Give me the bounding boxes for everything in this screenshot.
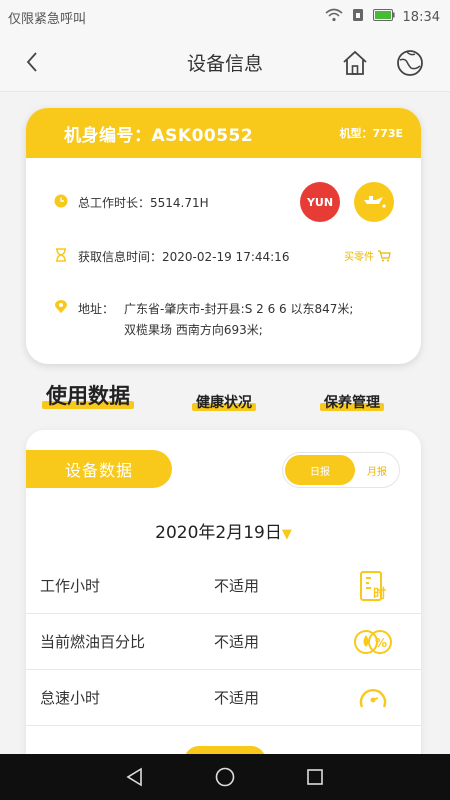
location-pin-icon (55, 300, 67, 313)
machine-model: 机型：773E (339, 127, 403, 140)
metric-row-work-hours: 工作小时 不适用 时 (26, 558, 421, 614)
metric-name: 当前燃油百分比 (40, 633, 146, 651)
system-nav-bar (0, 754, 450, 800)
device-data-pill: 设备数据 (26, 450, 172, 488)
home-icon[interactable] (337, 45, 373, 81)
section-tabs: 使用数据 健康状况 保养管理 (0, 372, 450, 422)
monthly-report-toggle[interactable]: 月报 (355, 455, 399, 485)
status-bar: 仅限紧急呼叫 18:34 (0, 0, 450, 34)
buy-parts-link[interactable]: 买零件 (344, 248, 391, 263)
metric-value: 不适用 (214, 577, 260, 595)
svg-text:时: 时 (373, 586, 386, 602)
svg-text:%: % (375, 636, 387, 650)
metric-row-idle: 怠速小时 不适用 (26, 670, 421, 726)
yun-badge[interactable]: YUN (300, 182, 340, 222)
metric-name: 怠速小时 (40, 689, 101, 707)
yun-badge-text: YUN (306, 195, 334, 209)
work-hours-row: 总工作时长：5514.71H (54, 194, 209, 211)
back-icon[interactable] (16, 46, 48, 78)
tab-health-label: 健康状况 (196, 395, 252, 411)
info-time-row: 获取信息时间：2020-02-19 17:44:16 (54, 248, 289, 265)
cart-icon (378, 249, 391, 261)
hourglass-icon (56, 248, 66, 262)
address-line-2: 双榄果场 西南方向693米; (124, 323, 263, 337)
address-line-1: 广东省-肇庆市-封开县:S 2 6 6 以东847米; (124, 302, 354, 316)
date-selector[interactable]: 2020年2月19日▼ (26, 518, 421, 543)
battery-icon (372, 9, 395, 25)
machine-id: 机身编号：ASK00552 (64, 125, 254, 146)
buy-parts-label: 买零件 (344, 252, 374, 263)
nav-bar: 设备信息 (0, 34, 450, 92)
metric-name: 工作小时 (40, 577, 101, 595)
fuel-percent-icon: % (353, 622, 393, 662)
tab-maintenance-label: 保养管理 (324, 395, 380, 411)
system-back-icon[interactable] (120, 762, 150, 792)
metric-value: 不适用 (214, 689, 260, 707)
tab-usage-label: 使用数据 (46, 384, 130, 408)
tab-health-status[interactable]: 健康状况 (192, 392, 256, 412)
work-hours-text: 总工作时长：5514.71H (78, 196, 209, 210)
machine-header: 机身编号：ASK00552 机型：773E (26, 108, 421, 158)
globe-icon[interactable] (392, 45, 428, 81)
report-toggle: 日报 月报 (282, 452, 400, 488)
daily-report-toggle[interactable]: 日报 (285, 455, 355, 485)
device-data-card: 设备数据 日报 月报 2020年2月19日▼ 工作小时 不适用 时 当前燃油百分… (26, 430, 421, 770)
clock-text: 18:34 (402, 9, 440, 25)
sim-icon (351, 8, 365, 26)
tab-maintenance[interactable]: 保养管理 (320, 392, 384, 412)
work-hours-icon: 时 (353, 566, 393, 606)
system-recents-icon[interactable] (300, 762, 330, 792)
system-home-icon[interactable] (210, 762, 240, 792)
info-time-text: 获取信息时间：2020-02-19 17:44:16 (78, 250, 290, 264)
address-row: 地址： 广东省-肇庆市-封开县:S 2 6 6 以东847米; 双榄果场 西南方… (54, 300, 353, 338)
machine-info-card: 机身编号：ASK00552 机型：773E 总工作时长：5514.71H YUN… (26, 108, 421, 364)
carrier-text: 仅限紧急呼叫 (8, 11, 87, 27)
wifi-icon (325, 8, 343, 26)
clock-icon (54, 194, 68, 208)
date-text: 2020年2月19日 (155, 523, 282, 543)
metric-value: 不适用 (214, 633, 260, 651)
tab-usage-data[interactable]: 使用数据 (42, 380, 134, 410)
caret-down-icon: ▼ (281, 527, 292, 542)
idle-gauge-icon (353, 678, 393, 718)
page-title: 设备信息 (186, 53, 263, 75)
address-label: 地址： (78, 302, 115, 316)
metric-row-fuel: 当前燃油百分比 不适用 % (26, 614, 421, 670)
oil-can-icon[interactable] (354, 182, 394, 222)
